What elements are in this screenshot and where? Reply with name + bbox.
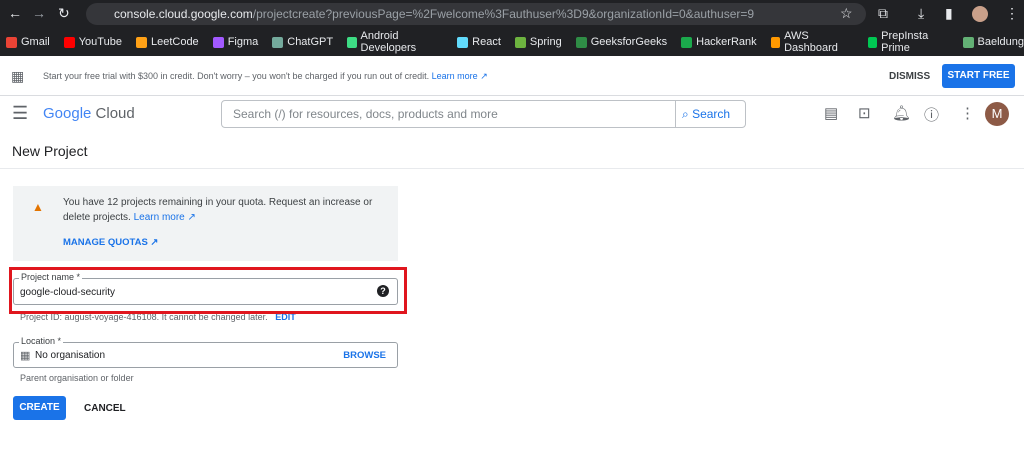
- bookmark-favicon-icon: [272, 36, 284, 48]
- bookmark-item[interactable]: HackerRank: [681, 36, 757, 48]
- start-free-button[interactable]: START FREE: [942, 64, 1015, 88]
- address-bar[interactable]: console.cloud.google.com/projectcreate?p…: [86, 3, 866, 25]
- page-title: New Project: [0, 134, 1024, 169]
- bookmark-favicon-icon: [63, 36, 75, 48]
- browse-button[interactable]: BROWSE: [343, 350, 386, 361]
- bookmark-item[interactable]: Gmail: [6, 36, 50, 48]
- location-value: No organisation: [35, 350, 106, 361]
- location-field[interactable]: Location * ▦ No organisation BROWSE: [13, 336, 398, 368]
- bookmark-item[interactable]: LeetCode: [135, 36, 199, 48]
- quota-message: You have 12 projects remaining in your q…: [63, 195, 383, 225]
- bookmark-favicon-icon: [681, 36, 693, 48]
- learn-more-link[interactable]: Learn more: [432, 71, 478, 81]
- avatar[interactable]: M: [985, 102, 1009, 126]
- cancel-button[interactable]: CANCEL: [84, 403, 126, 414]
- create-button[interactable]: CREATE: [13, 396, 66, 420]
- location-hint: Parent organisation or folder: [20, 373, 134, 383]
- bookmark-item[interactable]: Baeldung: [962, 36, 1024, 48]
- bookmarks-bar: Gmail YouTube LeetCode Figma ChatGPT Android …: [0, 28, 1024, 56]
- profile-avatar[interactable]: [972, 6, 988, 22]
- bookmark-label: Spring: [529, 36, 562, 48]
- search-icon: ⌕: [682, 107, 689, 121]
- bookmark-favicon-icon: [962, 36, 974, 48]
- bookmark-item[interactable]: YouTube: [63, 36, 122, 48]
- bookmark-favicon-icon: [347, 36, 357, 48]
- external-link-icon: ↗: [187, 212, 196, 223]
- bookmark-label: GeeksforGeeks: [590, 36, 668, 48]
- building-icon: ▦: [20, 350, 31, 362]
- free-trial-banner: ▦ Start your free trial with $300 in cre…: [0, 56, 1024, 96]
- highlight-box: [9, 267, 407, 314]
- bookmark-item[interactable]: Figma: [212, 36, 259, 48]
- manage-quotas-link[interactable]: MANAGE QUOTAS ↗: [63, 237, 158, 248]
- forward-icon[interactable]: →: [32, 5, 46, 21]
- bookmark-item[interactable]: GeeksforGeeks: [575, 36, 668, 48]
- cloud-shell-icon[interactable]: ⊡: [858, 104, 871, 122]
- sidepanel-icon[interactable]: ▮: [945, 5, 953, 22]
- quota-learn-more-link[interactable]: Learn more: [134, 212, 185, 223]
- bookmark-favicon-icon: [212, 36, 224, 48]
- more-icon[interactable]: ⋮: [960, 104, 975, 122]
- bookmark-favicon-icon: [135, 36, 147, 48]
- dismiss-button[interactable]: DISMISS: [889, 71, 930, 82]
- gift-icon: ▦: [11, 68, 25, 84]
- bookmark-label: Figma: [227, 36, 259, 48]
- notes-icon[interactable]: ▤: [824, 104, 838, 122]
- bookmark-item[interactable]: Android Developers: [347, 30, 443, 54]
- bookmark-item[interactable]: ChatGPT: [272, 36, 333, 48]
- back-icon[interactable]: ←: [8, 5, 22, 21]
- bookmark-label: Gmail: [21, 36, 50, 48]
- quota-text: You have 12 projects remaining in your q…: [63, 197, 373, 223]
- bookmark-label: YouTube: [78, 36, 122, 48]
- star-icon[interactable]: ☆: [840, 5, 853, 22]
- bookmark-label: React: [472, 36, 501, 48]
- search-input[interactable]: Search (/) for resources, docs, products…: [221, 100, 746, 128]
- bell-icon[interactable]: 🔔︎: [892, 104, 911, 122]
- download-icon[interactable]: ⤓: [918, 5, 924, 22]
- bookmark-label: Baeldung: [977, 36, 1024, 48]
- browser-toolbar: ← → ↻ console.cloud.google.com/projectcr…: [0, 0, 1024, 28]
- bookmark-favicon-icon: [575, 36, 587, 48]
- bookmark-item[interactable]: Spring: [514, 36, 562, 48]
- bookmark-favicon-icon: [457, 36, 469, 48]
- bookmark-label: PrepInsta Prime: [881, 30, 929, 54]
- bookmark-label: HackerRank: [696, 36, 757, 48]
- banner-text: Start your free trial with $300 in credi…: [43, 71, 488, 81]
- bookmark-favicon-icon: [514, 36, 526, 48]
- reload-icon[interactable]: ↻: [58, 5, 70, 22]
- google-cloud-logo[interactable]: Google Cloud: [43, 105, 135, 122]
- bookmark-favicon-icon: [867, 36, 878, 48]
- extensions-icon[interactable]: ⧉: [878, 5, 888, 22]
- menu-icon[interactable]: ⋮: [1005, 5, 1019, 22]
- search-button[interactable]: ⌕ Search: [675, 101, 745, 127]
- bookmark-favicon-icon: [6, 36, 17, 48]
- warning-icon: ▲: [32, 200, 44, 214]
- bookmark-label: AWS Dashboard: [784, 30, 838, 54]
- bookmark-label: ChatGPT: [287, 36, 334, 48]
- bookmark-item[interactable]: AWS Dashboard: [770, 30, 854, 54]
- hamburger-menu-icon[interactable]: ☰: [12, 103, 28, 124]
- location-label: Location *: [19, 336, 64, 346]
- bookmark-label: LeetCode: [150, 36, 199, 48]
- bookmark-favicon-icon: [770, 36, 781, 48]
- quota-notice: ▲ You have 12 projects remaining in your…: [13, 186, 398, 261]
- bookmark-item[interactable]: React: [457, 36, 501, 48]
- bookmark-label: Android Developers: [360, 30, 417, 54]
- help-icon[interactable]: ⓘ: [924, 104, 939, 125]
- bookmark-item[interactable]: PrepInsta Prime: [867, 30, 949, 54]
